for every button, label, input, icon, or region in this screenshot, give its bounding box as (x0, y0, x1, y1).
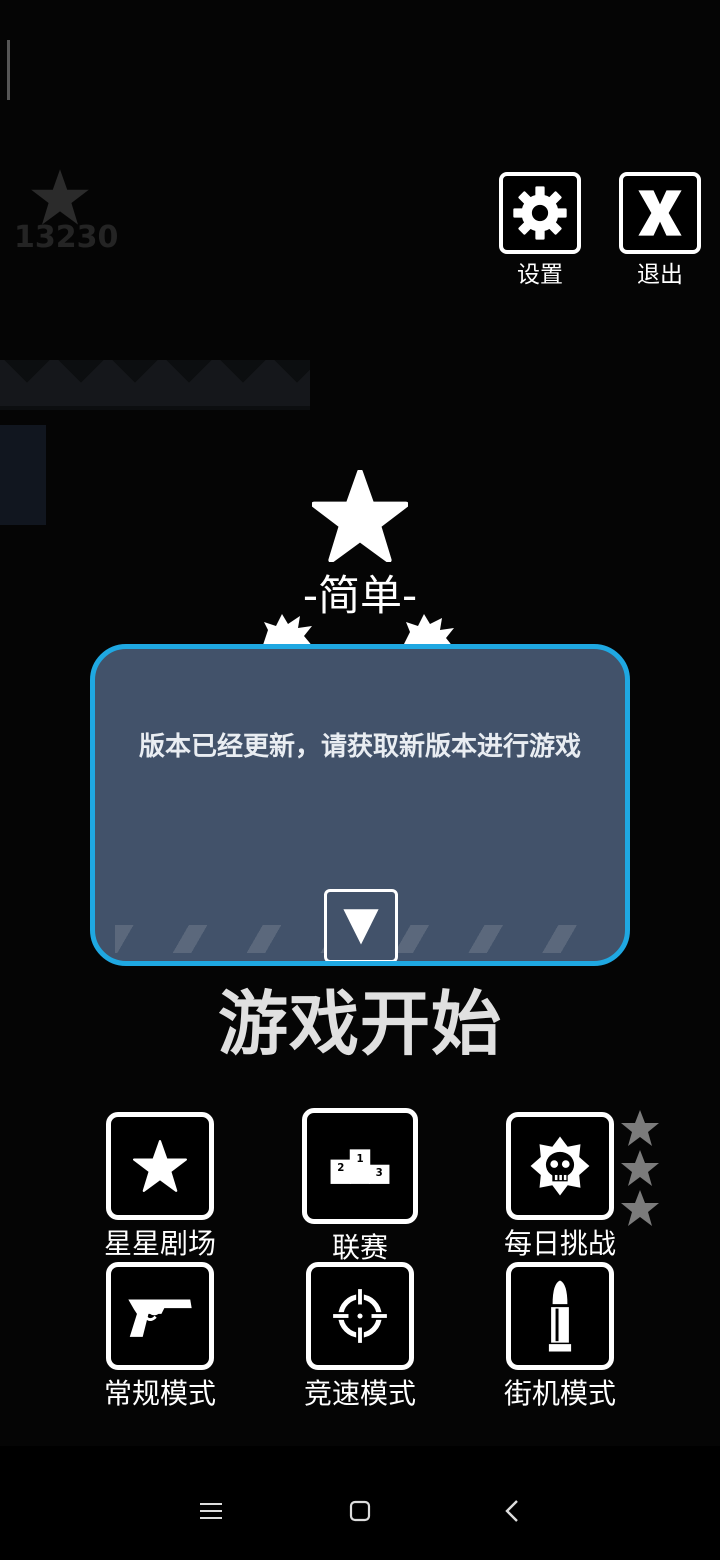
arcade-mode-frame (506, 1262, 614, 1370)
svg-text:3: 3 (376, 1167, 383, 1179)
update-dialog: 版本已经更新，请获取新版本进行游戏 (90, 644, 630, 966)
nav-back-button[interactable] (497, 1496, 527, 1526)
svg-text:1: 1 (356, 1153, 363, 1165)
settings-label: 设置 (517, 262, 563, 288)
dialog-message: 版本已经更新，请获取新版本进行游戏 (138, 732, 581, 762)
daily-challenge-button[interactable]: 每日挑战 (490, 1112, 630, 1262)
speed-mode-label: 竞速模式 (303, 1377, 416, 1410)
settings-button[interactable]: 设置 (495, 172, 585, 289)
game-screen: 13230 设置 退出 -简单- 版本已经更新，请获取新版本进行游戏 游戏开始 … (0, 0, 720, 1560)
star-theater-label: 星星剧场 (103, 1227, 216, 1260)
system-nav-bar (0, 1446, 720, 1560)
revolver-icon (128, 1299, 192, 1337)
text-cursor (7, 40, 10, 100)
arcade-mode-label: 街机模式 (503, 1377, 616, 1410)
nav-menu-button[interactable] (196, 1496, 226, 1526)
star-icon (133, 1140, 187, 1192)
back-chevron-icon (505, 1500, 518, 1522)
triangle-down-icon (343, 909, 379, 945)
nav-home-button[interactable] (345, 1496, 375, 1526)
exit-button-frame (619, 172, 701, 254)
star-theater-button[interactable]: 星星剧场 (90, 1112, 230, 1262)
classic-mode-label: 常规模式 (103, 1377, 216, 1410)
classic-mode-button[interactable]: 常规模式 (90, 1262, 230, 1412)
speed-mode-frame (306, 1262, 414, 1370)
settings-button-frame (499, 172, 581, 254)
bullet-icon (548, 1280, 572, 1352)
svg-text:2: 2 (337, 1162, 344, 1174)
exit-button[interactable]: 退出 (615, 172, 705, 289)
difficulty-star-icon (312, 470, 408, 562)
gear-icon (513, 186, 567, 240)
daily-challenge-label: 每日挑战 (503, 1227, 616, 1260)
speed-mode-button[interactable]: 竞速模式 (290, 1262, 430, 1412)
background-triangles (0, 360, 310, 406)
podium-icon: 1 2 3 (330, 1149, 390, 1184)
start-game-title[interactable]: 游戏开始 (160, 968, 560, 1069)
home-square-icon (349, 1500, 371, 1522)
score-value: 13230 (14, 220, 119, 255)
score-star-icon (31, 169, 89, 225)
arcade-mode-button[interactable]: 街机模式 (490, 1262, 630, 1412)
league-label: 联赛 (331, 1231, 388, 1264)
star-theater-frame (106, 1112, 214, 1220)
side-stars-icon (621, 1110, 659, 1226)
classic-mode-frame (106, 1262, 214, 1370)
skull-badge-icon (530, 1136, 590, 1196)
exit-label: 退出 (637, 262, 683, 288)
daily-challenge-frame (506, 1112, 614, 1220)
menu-icon (200, 1503, 222, 1519)
crosshair-icon (331, 1287, 389, 1345)
dialog-confirm-button[interactable] (324, 889, 398, 961)
league-frame: 1 2 3 (302, 1108, 418, 1224)
x-icon (638, 190, 682, 236)
league-button[interactable]: 1 2 3 联赛 (290, 1108, 430, 1266)
background-block (0, 425, 46, 525)
